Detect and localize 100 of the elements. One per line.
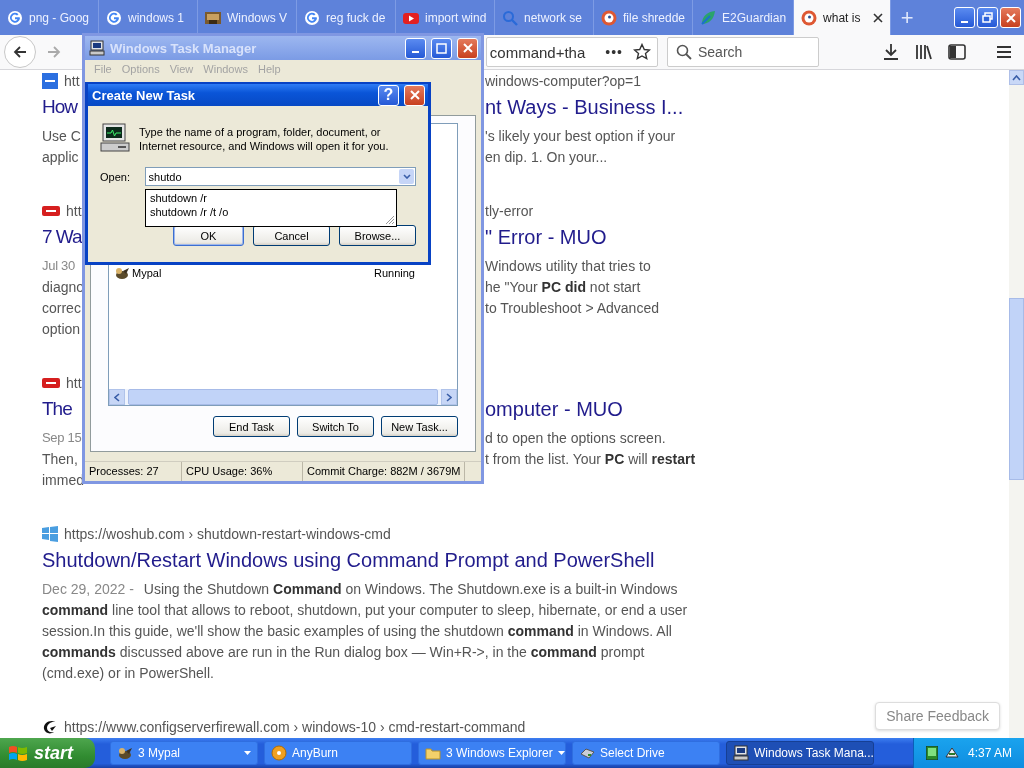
close-icon[interactable] [873,12,884,23]
clock: 4:37 AM [967,746,1012,760]
maximize-icon [436,42,447,54]
minimize-icon [961,20,968,23]
badge-icon [42,375,60,391]
result-title[interactable]: omputer - MUO [485,397,623,420]
result-snippet: diagno [42,278,85,295]
search-field[interactable]: Search [667,37,819,67]
result-snippet: Use C [42,127,81,144]
computer-icon [89,40,105,56]
taskbar-button[interactable]: Select Drive [572,741,720,765]
open-field[interactable]: shutdo [145,170,399,183]
result-url: htt [64,73,80,89]
close-button[interactable] [404,84,425,106]
taskbar-button[interactable]: AnyBurn [264,741,412,765]
suggestion-item[interactable]: shutdown /r [150,191,392,205]
animal-icon [114,266,130,280]
result-url: https://www.configserverfirewall.com › windows-10 › cmd-restart-command [64,719,526,735]
result-snippet: t from the list. Your PC will restart [485,450,696,467]
result-title[interactable]: The [42,398,72,420]
task-name[interactable]: Mypal [132,267,372,279]
result-date: Dec 29, 2022 - [42,580,134,597]
scroll-right-button[interactable] [441,389,457,405]
dialog-button[interactable]: Browse... [339,225,416,246]
computer-icon [100,123,130,153]
duck-icon [601,9,617,26]
leaf-icon [700,9,717,26]
browser-tab[interactable]: what is [794,0,892,35]
resize-grip-icon [385,215,395,225]
share-feedback-button[interactable]: Share Feedback [875,702,1000,730]
result-snippet: (cmd.exe) or in PowerShell. [42,664,214,681]
dialog-title: Create New Task [92,87,197,103]
result-date: Jul 30 [42,258,75,273]
search-icon [676,44,692,60]
result-title[interactable]: nt Ways - Business I... [485,95,684,118]
scroll-left-button[interactable] [109,389,125,405]
result-snippet: session.In this guide, we'll show the basic examples of using the shutdown command in Windows. All [42,622,672,639]
result-snippet: Windows utility that tries to [485,257,651,274]
result-snippet: en dip. 1. On your... [485,148,608,165]
tray-network-icon[interactable] [944,745,960,761]
restore-icon [982,12,993,23]
page-actions-button[interactable]: ••• [605,44,623,60]
result-snippet: applic [42,148,79,165]
result-snippet: 's likely your best option if your [485,127,676,144]
address-bar[interactable]: command+tha ••• [486,37,658,67]
search-icon [502,9,518,26]
minimize-button[interactable] [954,7,975,28]
caret-icon [402,174,411,179]
download-icon[interactable] [881,42,901,62]
back-button[interactable] [4,36,36,68]
g-logo-icon [7,9,23,26]
result-snippet: to Troubleshoot > Advanced [485,299,659,316]
folder-icon [425,745,441,761]
suggestion-item[interactable]: shutdown /r /t /o [150,205,392,219]
result-url: windows-computer?op=1 [485,73,642,89]
address-text: command+tha [489,43,586,61]
badge-icon [42,203,60,219]
result-snippet: Then, [42,450,78,467]
status-text: Commit Charge: 882M / 3679M [303,462,466,481]
help-button[interactable]: ? [378,84,399,106]
minimize-icon [412,51,419,53]
dropdown-button[interactable] [399,169,414,184]
animal-icon [117,745,133,761]
result-title[interactable]: 7 Wa [42,226,82,248]
scrollbar[interactable] [1009,70,1024,738]
image-icon [205,9,221,26]
g-logo-icon [106,9,122,26]
result-snippet: d to open the options screen. [485,429,666,446]
scroll-up-button[interactable] [1009,70,1024,85]
taskbar-button[interactable]: 3 Windows Explorer [418,741,566,765]
result-snippet: Using the Shutdown Command on Windows. The Shutdown.exe is a built-in Windows [143,580,678,597]
square-icon [42,73,58,89]
start-button[interactable]: start [0,738,95,768]
close-button[interactable] [1000,7,1021,28]
dialog-button[interactable]: Cancel [253,225,330,246]
windows-logo-icon [42,526,58,542]
dialog-button[interactable]: OK [173,225,244,246]
windows-flag-icon [8,744,28,762]
drive-icon [579,745,595,761]
taskbar-button[interactable]: 3 Mypal [110,741,258,765]
status-text: Processes: 27 [85,462,182,481]
computer-icon [733,745,749,761]
star-icon[interactable] [633,43,651,61]
result-title[interactable]: " Error - MUO [485,225,607,248]
result-date: Sep 15 [42,430,82,445]
result-snippet: option [42,320,81,337]
combo-box[interactable]: shutdo [144,167,416,186]
result-title[interactable]: Shutdown/Restart Windows using Command Prompt and PowerShell [42,548,655,572]
result-snippet: command line tool that allows to reboot, shutdown, put your computer to sleep, hibernate, or end a user [42,601,688,618]
tray-app-icon[interactable] [926,746,938,760]
result-url: htt [66,203,82,219]
result-title[interactable]: How [42,96,77,118]
result-snippet: he "Your PC did not start [485,278,641,295]
sidebar-icon[interactable] [947,42,967,62]
library-icon[interactable] [914,42,934,62]
restore-button[interactable] [977,7,998,28]
taskbar-button[interactable]: Windows Task Mana... [726,741,874,765]
scrollbar-thumb[interactable] [1009,298,1024,480]
close-icon [1005,12,1016,23]
status-text: CPU Usage: 36% [182,462,303,481]
